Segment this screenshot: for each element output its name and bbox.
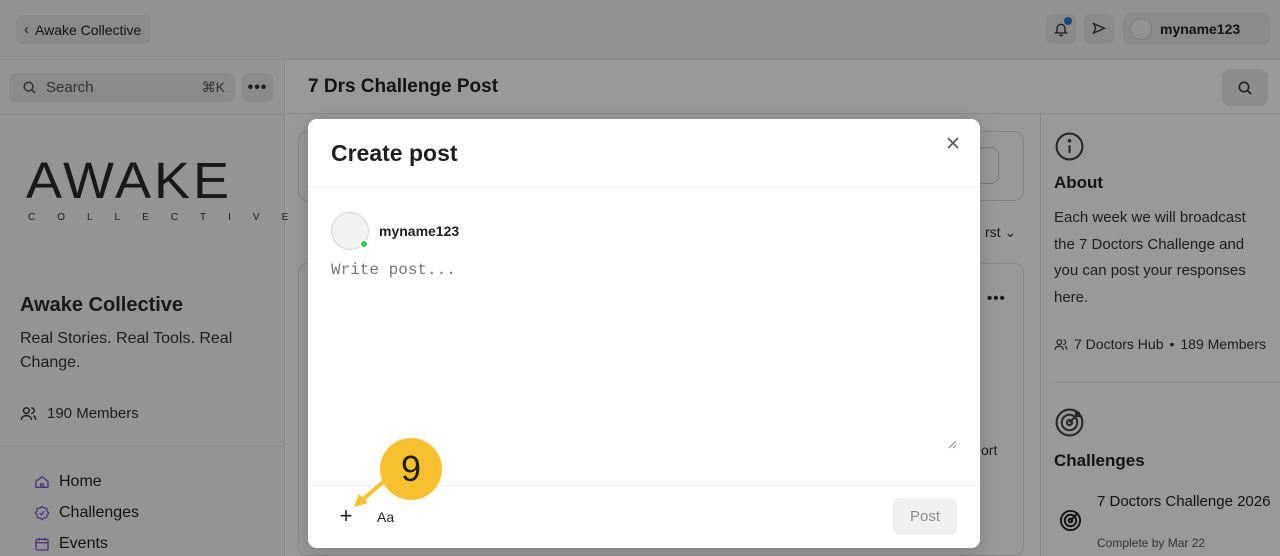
close-button[interactable] xyxy=(943,133,963,153)
online-status-dot xyxy=(360,240,368,248)
author-name: myname123 xyxy=(379,223,460,239)
divider xyxy=(308,187,980,188)
post-body-input[interactable] xyxy=(331,261,958,451)
close-icon xyxy=(947,137,959,149)
avatar xyxy=(331,212,369,250)
post-button[interactable]: Post xyxy=(893,498,957,535)
post-author: myname123 xyxy=(331,212,459,250)
resize-handle-icon[interactable] xyxy=(948,440,957,449)
modal-title: Create post xyxy=(331,140,458,166)
tutorial-arrow-icon xyxy=(354,474,392,507)
